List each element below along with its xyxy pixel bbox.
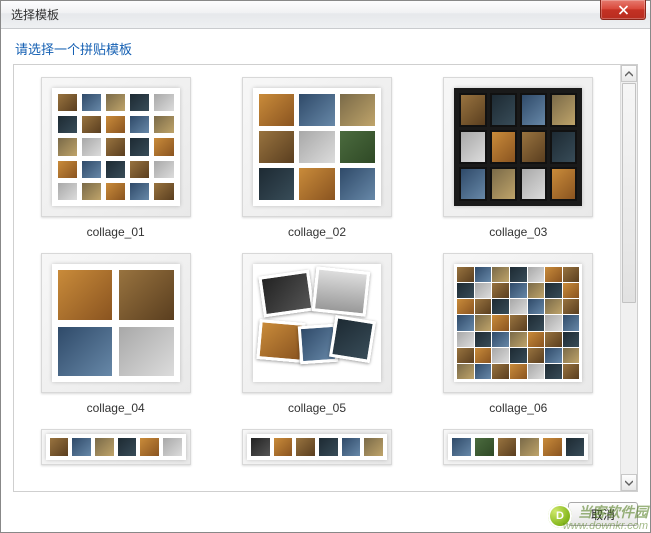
instruction-text: 请选择一个拼贴模板 — [1, 29, 650, 64]
template-label: collage_03 — [489, 225, 547, 239]
close-icon — [618, 5, 629, 15]
template-panel: collage_01 collage_02 — [13, 64, 638, 492]
template-item-partial[interactable] — [219, 425, 414, 469]
template-thumb — [41, 429, 191, 465]
template-grid: collage_01 collage_02 — [18, 73, 616, 469]
template-item-partial[interactable] — [18, 425, 213, 469]
scroll-down-button[interactable] — [621, 474, 637, 491]
template-thumb — [242, 77, 392, 217]
template-item-collage-02[interactable]: collage_02 — [219, 73, 414, 243]
template-thumb — [443, 429, 593, 465]
chevron-down-icon — [625, 480, 633, 486]
template-label: collage_04 — [87, 401, 145, 415]
template-scroll-area: collage_01 collage_02 — [14, 65, 620, 491]
scrollbar-thumb[interactable] — [622, 83, 636, 303]
template-thumb — [242, 253, 392, 393]
template-item-collage-03[interactable]: collage_03 — [421, 73, 616, 243]
template-item-collage-06[interactable]: collage_06 — [421, 249, 616, 419]
template-item-collage-01[interactable]: collage_01 — [18, 73, 213, 243]
template-label: collage_02 — [288, 225, 346, 239]
cancel-button[interactable]: 取消 — [568, 502, 638, 526]
template-thumb — [443, 253, 593, 393]
template-item-partial[interactable] — [421, 425, 616, 469]
title-bar: 选择模板 — [1, 1, 650, 29]
vertical-scrollbar[interactable] — [620, 65, 637, 491]
template-thumb — [41, 253, 191, 393]
close-button[interactable] — [600, 0, 646, 20]
template-thumb — [41, 77, 191, 217]
template-item-collage-05[interactable]: collage_05 — [219, 249, 414, 419]
template-label: collage_05 — [288, 401, 346, 415]
dialog-footer: 取消 — [568, 502, 638, 526]
template-thumb — [443, 77, 593, 217]
scroll-up-button[interactable] — [621, 65, 637, 82]
chevron-up-icon — [625, 71, 633, 77]
template-thumb — [242, 429, 392, 465]
window-title: 选择模板 — [11, 6, 59, 23]
template-label: collage_06 — [489, 401, 547, 415]
template-label: collage_01 — [87, 225, 145, 239]
template-item-collage-04[interactable]: collage_04 — [18, 249, 213, 419]
